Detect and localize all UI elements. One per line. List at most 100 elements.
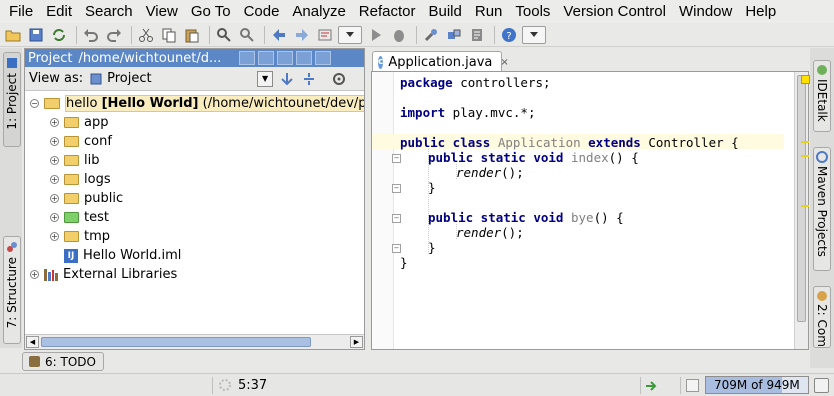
menu-analyze[interactable]: Analyze (287, 1, 350, 23)
expand-toggle-icon[interactable]: + (30, 270, 39, 279)
tab-structure[interactable]: 7: Structure (3, 236, 21, 344)
tree-item[interactable]: IJ Hello World.iml (50, 246, 181, 265)
panel-settings-icon[interactable] (296, 51, 313, 65)
trash-icon[interactable] (814, 378, 829, 393)
collapse-all-icon[interactable] (258, 51, 275, 65)
run-config-dropdown[interactable] (338, 25, 362, 44)
pin-icon[interactable] (277, 51, 294, 65)
expand-toggle-icon[interactable]: + (50, 194, 59, 203)
view-as-select[interactable]: Project ▼ (89, 69, 274, 89)
tree-root-label[interactable]: hello [Hello World] (/home/wichtounet/de… (65, 95, 364, 112)
tree-item[interactable]: + logs (50, 170, 111, 189)
tree-item[interactable]: + test (50, 208, 109, 227)
scrollbar-thumb[interactable] (41, 337, 311, 347)
collapse-toggle-icon[interactable]: − (30, 99, 39, 108)
fold-toggle-icon[interactable]: − (392, 244, 401, 253)
menu-edit[interactable]: Edit (41, 1, 77, 23)
build-icon[interactable] (315, 25, 335, 45)
fold-toggle-icon[interactable]: − (392, 154, 401, 163)
warning-marker[interactable] (801, 141, 809, 143)
autoscroll-icon[interactable] (279, 71, 295, 87)
vcs-icon[interactable] (467, 25, 487, 45)
tree-root[interactable]: − hello [Hello World] (/home/wichtounet/… (30, 94, 364, 113)
run-icon[interactable] (366, 25, 386, 45)
hide-panel-icon[interactable] (315, 51, 332, 65)
tree-item[interactable]: + lib (50, 151, 99, 170)
copy-icon[interactable] (159, 25, 179, 45)
menu-search[interactable]: Search (80, 1, 138, 23)
menu-version-control[interactable]: Version Control (558, 1, 671, 23)
redo-icon[interactable] (104, 25, 124, 45)
scroll-left-icon[interactable]: ◀ (26, 336, 39, 348)
insert-mode-icon[interactable] (645, 380, 659, 392)
tab-todo[interactable]: 6: TODO (22, 352, 104, 371)
menu-view[interactable]: View (141, 1, 183, 23)
expand-toggle-icon[interactable]: + (50, 156, 59, 165)
menu-tools[interactable]: Tools (510, 1, 555, 23)
menu-refactor[interactable]: Refactor (354, 1, 421, 23)
save-icon[interactable] (26, 25, 46, 45)
gear-icon[interactable] (331, 71, 347, 87)
code-line-class-close: } (400, 255, 408, 270)
undo-icon[interactable] (81, 25, 101, 45)
menu-go-to[interactable]: Go To (186, 1, 236, 23)
memory-indicator[interactable]: 709M of 949M (705, 376, 809, 394)
tab-commander[interactable]: 2: Com (813, 286, 831, 348)
expand-toggle-icon[interactable]: + (50, 118, 59, 127)
tree-item[interactable]: + conf (50, 132, 112, 151)
menu-code[interactable]: Code (239, 1, 285, 23)
expand-toggle-icon[interactable]: + (50, 137, 59, 146)
open-icon[interactable] (3, 25, 23, 45)
warning-marker[interactable] (801, 205, 809, 207)
replace-icon[interactable] (237, 25, 257, 45)
scroll-from-source-icon[interactable] (239, 51, 256, 65)
cut-icon[interactable] (136, 25, 156, 45)
tab-maven-projects[interactable]: Maven Projects (813, 147, 831, 271)
debug-icon[interactable] (389, 25, 409, 45)
tab-application-java[interactable]: c Application.java × (372, 51, 509, 72)
warning-marker[interactable] (801, 155, 809, 157)
toolbar-separator (264, 25, 265, 44)
fold-toggle-icon[interactable]: − (392, 184, 401, 193)
tree-item[interactable]: + tmp (50, 227, 110, 246)
editor-tab-bar: c Application.java × (368, 48, 809, 72)
scroll-right-icon[interactable]: ▶ (350, 336, 363, 348)
forward-icon[interactable] (292, 25, 312, 45)
project-view-icon (90, 73, 102, 84)
menu-file[interactable]: File (4, 1, 38, 23)
settings-icon[interactable] (421, 25, 441, 45)
more-dropdown[interactable] (522, 25, 546, 44)
menu-run[interactable]: Run (470, 1, 508, 23)
menu-help[interactable]: Help (740, 1, 781, 23)
tree-item[interactable]: + public (50, 189, 123, 208)
back-icon[interactable] (269, 25, 289, 45)
expand-toggle-icon[interactable]: + (50, 213, 59, 222)
caret-position[interactable]: 5:37 (238, 377, 267, 394)
help-icon[interactable]: ? (499, 25, 519, 45)
sync-icon[interactable] (49, 25, 69, 45)
menu-window[interactable]: Window (674, 1, 737, 23)
tab-project[interactable]: 1: Project (3, 52, 21, 147)
chevron-down-icon[interactable]: ▼ (257, 70, 274, 87)
tree-item-label: tmp (84, 229, 111, 244)
paste-icon[interactable] (182, 25, 202, 45)
structure-icon[interactable] (444, 25, 464, 45)
find-icon[interactable] (214, 25, 234, 45)
menu-build[interactable]: Build (424, 1, 467, 23)
close-icon[interactable]: × (500, 57, 508, 68)
code-line-package: package controllers; (400, 75, 551, 90)
lock-toggle-icon[interactable] (686, 379, 699, 392)
root-path: (/home/wichtounet/dev/play (202, 96, 364, 111)
collapse-icon[interactable] (301, 71, 317, 87)
fold-toggle-icon[interactable]: − (392, 214, 401, 223)
project-tree: − hello [Hello World] (/home/wichtounet/… (25, 92, 364, 332)
horizontal-scrollbar[interactable]: ◀ ▶ (25, 334, 364, 349)
expand-toggle-icon[interactable]: + (50, 175, 59, 184)
expand-toggle-icon[interactable]: + (50, 232, 59, 241)
code-editor[interactable]: − − − − package controllers; import play… (371, 71, 809, 350)
tree-item[interactable]: + app (50, 113, 108, 132)
inspection-status-icon[interactable] (801, 75, 810, 84)
tree-external-libraries[interactable]: + External Libraries (30, 265, 177, 284)
left-tool-strip: 1: Project 7: Structure (0, 48, 22, 348)
tab-idetalk[interactable]: IDEtalk (813, 60, 831, 132)
